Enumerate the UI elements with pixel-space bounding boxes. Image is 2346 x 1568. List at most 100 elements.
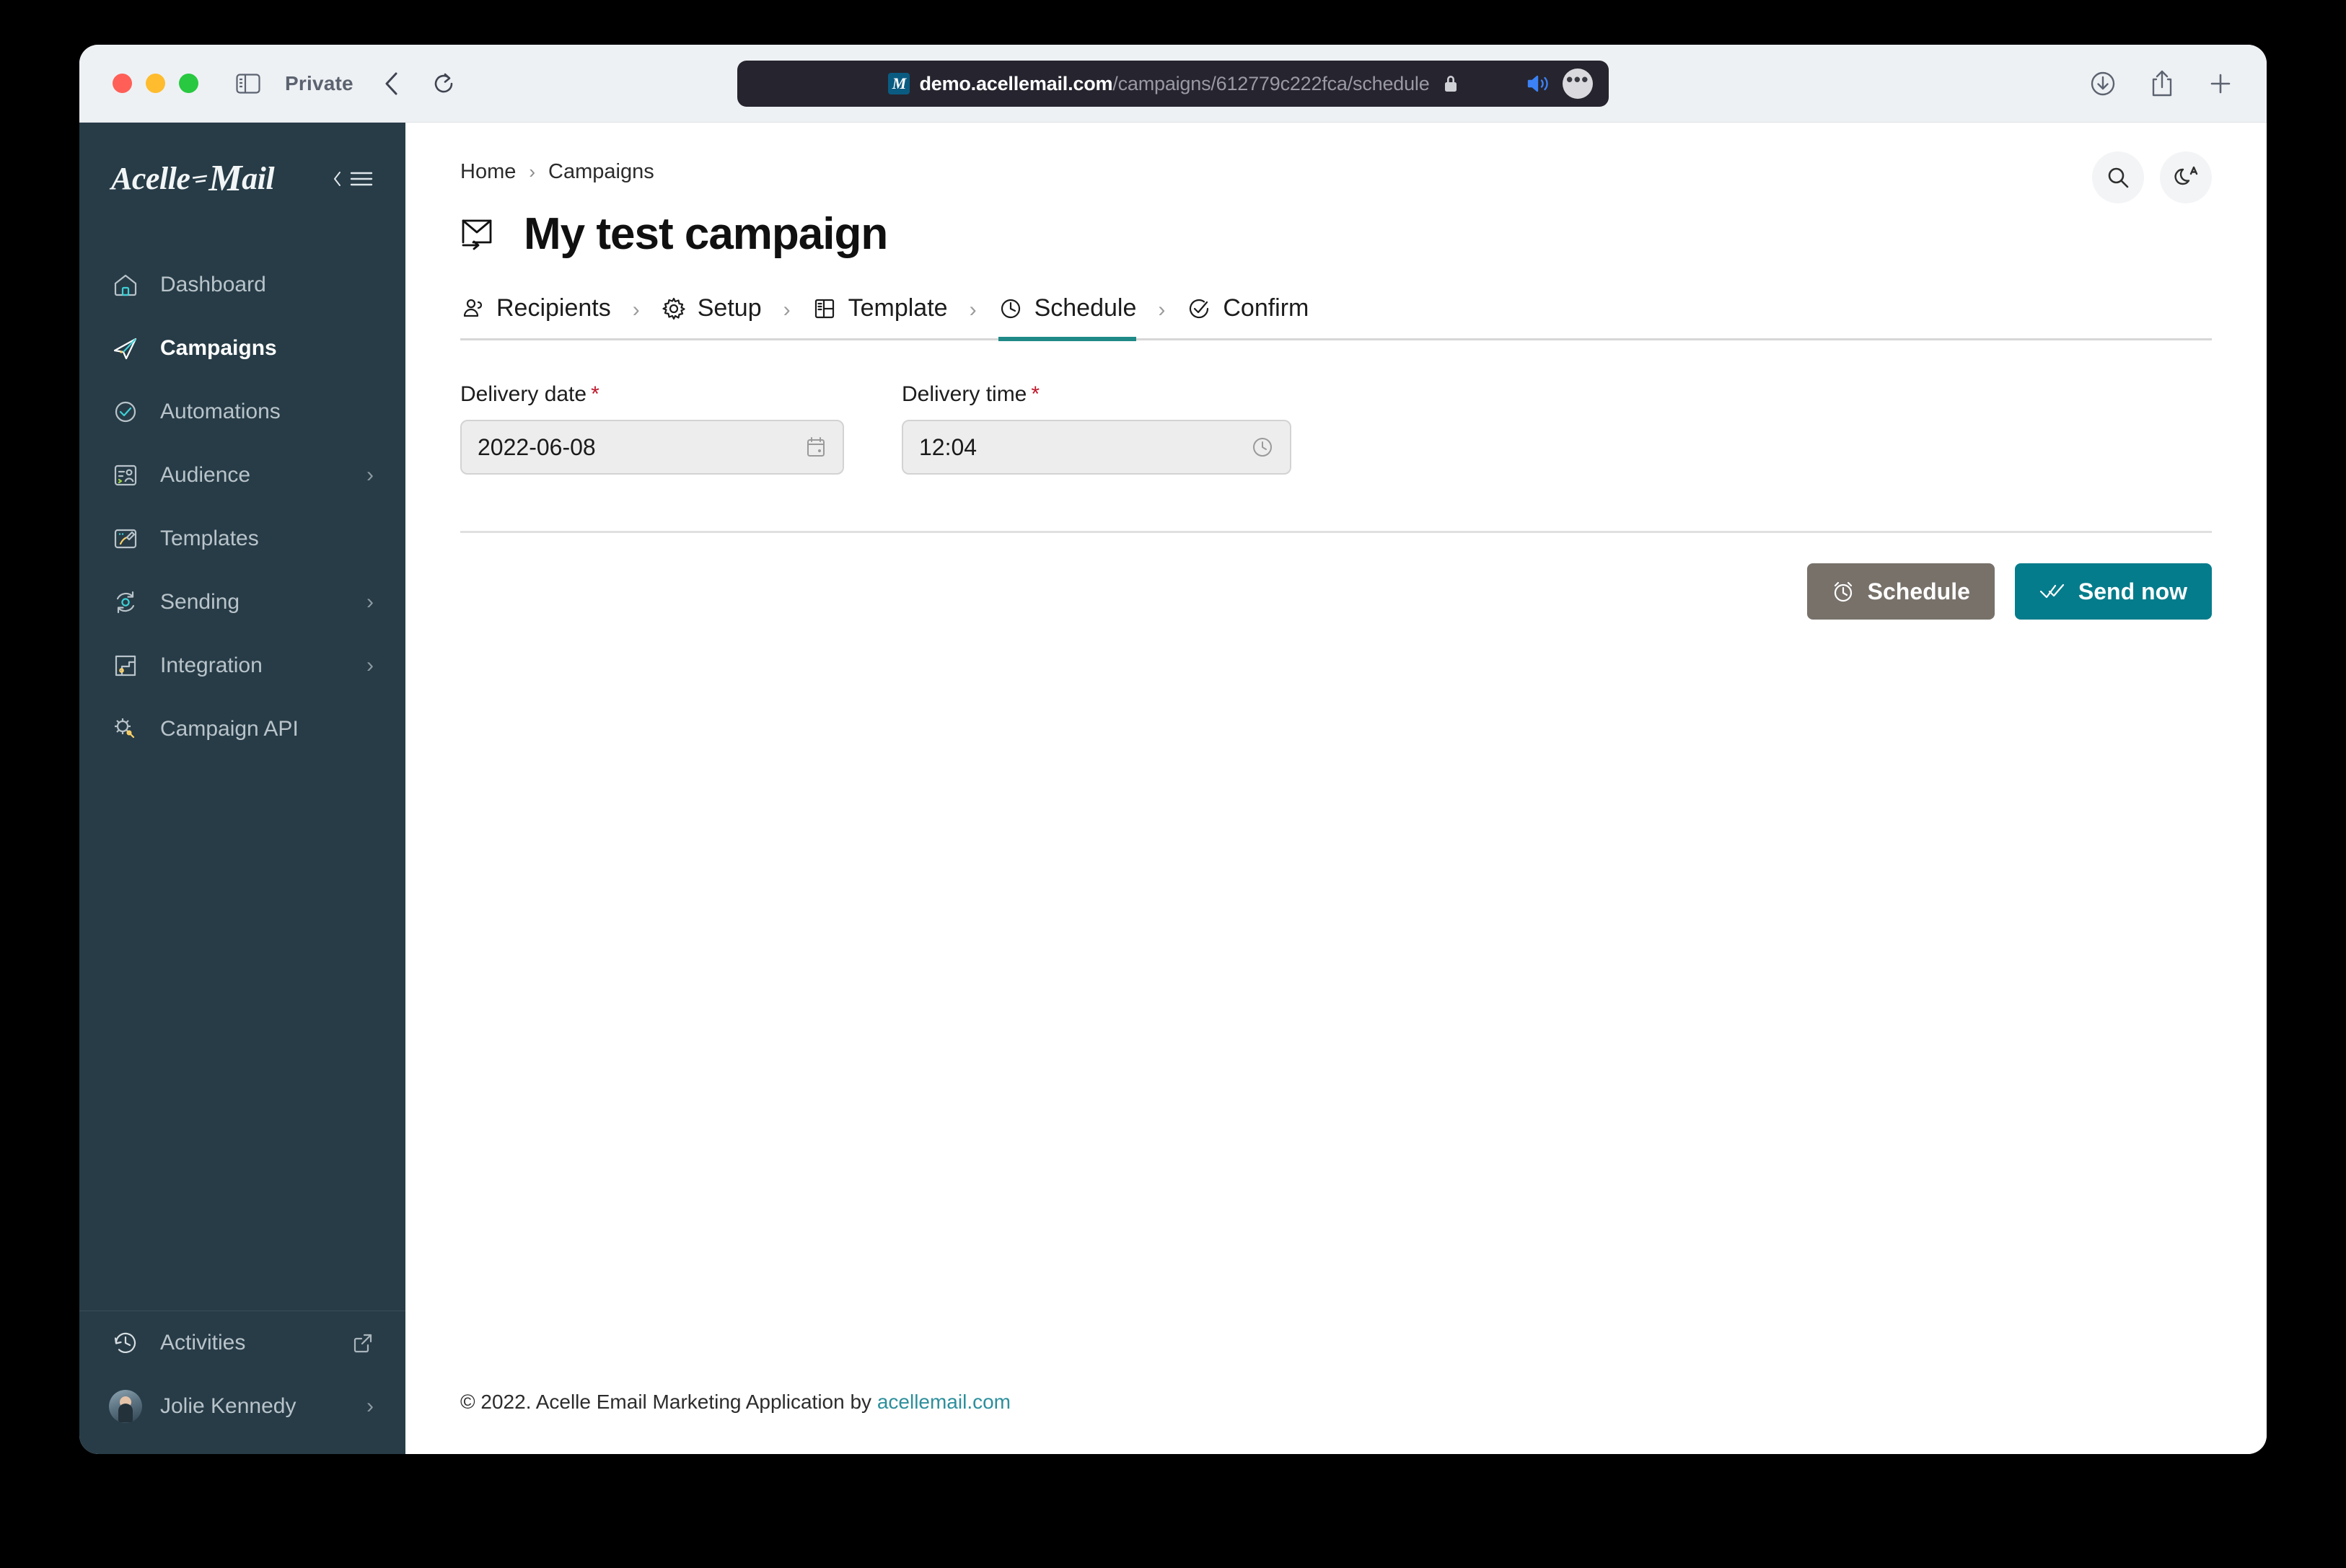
sidebar-item-user-profile[interactable]: Jolie Kennedy › (79, 1375, 405, 1438)
app-logo[interactable]: Acelle M ail (111, 157, 275, 200)
calendar-icon[interactable] (805, 436, 827, 459)
send-now-button-label: Send now (2078, 578, 2187, 604)
step-setup[interactable]: Setup (662, 294, 762, 338)
user-name: Jolie Kennedy (160, 1394, 296, 1418)
sidebar-footer: Activities Jolie Kennedy › (79, 1311, 405, 1454)
schedule-button-label: Schedule (1867, 578, 1970, 604)
sidebar-item-audience[interactable]: Audience › (79, 444, 405, 507)
check-circle-icon (1187, 296, 1211, 321)
hamburger-icon (350, 172, 373, 185)
search-icon[interactable] (2092, 151, 2144, 203)
breadcrumb-separator: › (529, 161, 536, 182)
sidebar-nav: Dashboard Campaigns Automations Audience… (79, 253, 405, 761)
footer-link[interactable]: acellemail.com (877, 1391, 1011, 1413)
gear-icon (662, 296, 686, 321)
browser-window: Private M demo.acellemail.com/campaigns/… (79, 45, 2267, 1454)
new-tab-icon[interactable] (2207, 71, 2233, 97)
sidebar-item-label: Sending (160, 590, 240, 614)
download-icon[interactable] (2089, 70, 2117, 97)
schedule-form: Delivery date * 2022-06-08 Delivery time… (460, 382, 2212, 475)
logo-dash-icon (193, 175, 208, 183)
breadcrumb-item-home[interactable]: Home (460, 160, 516, 184)
reload-icon[interactable] (430, 70, 457, 97)
sidebar-item-label: Dashboard (160, 273, 266, 296)
breadcrumb: Home › Campaigns (460, 160, 2212, 184)
share-icon[interactable] (2150, 69, 2174, 98)
minimize-window-button[interactable] (146, 74, 165, 93)
paper-plane-icon (111, 334, 140, 363)
home-icon (111, 270, 140, 299)
step-template[interactable]: Template (812, 294, 948, 338)
sidebar-item-templates[interactable]: Templates (79, 507, 405, 571)
device-frame: Private M demo.acellemail.com/campaigns/… (0, 0, 2346, 1568)
sidebar-item-label: Activities (160, 1331, 246, 1355)
address-bar[interactable]: M demo.acellemail.com/campaigns/612779c2… (737, 61, 1609, 107)
mail-send-icon (460, 216, 502, 252)
step-recipients[interactable]: Recipients (460, 294, 611, 338)
sidebar-item-label: Campaigns (160, 336, 277, 360)
sidebar-item-integration[interactable]: Integration › (79, 634, 405, 697)
collapse-sidebar-button[interactable] (332, 169, 374, 188)
delivery-date-input[interactable]: 2022-06-08 (460, 420, 844, 475)
section-divider (460, 531, 2212, 533)
sidebar-item-label: Integration (160, 653, 263, 677)
layout-icon (812, 296, 837, 321)
close-window-button[interactable] (113, 74, 132, 93)
delivery-date-label-text: Delivery date (460, 382, 587, 406)
delivery-date-group: Delivery date * 2022-06-08 (460, 382, 844, 475)
clock-icon[interactable] (1251, 436, 1274, 459)
template-icon (111, 524, 140, 553)
page-title: My test campaign (524, 209, 888, 259)
speaker-icon[interactable] (1526, 74, 1551, 94)
double-check-icon (2039, 582, 2065, 601)
sidebar-item-sending[interactable]: Sending › (79, 571, 405, 634)
browser-toolbar: Private M demo.acellemail.com/campaigns/… (79, 45, 2267, 123)
window-controls[interactable] (113, 74, 198, 93)
header-actions (2092, 151, 2212, 203)
footer: © 2022. Acelle Email Marketing Applicati… (405, 1391, 2267, 1454)
site-favicon: M (888, 73, 910, 94)
delivery-time-group: Delivery time * 12:04 (902, 382, 1291, 475)
schedule-button[interactable]: Schedule (1806, 563, 1995, 620)
breadcrumb-item-campaigns[interactable]: Campaigns (548, 160, 654, 184)
delivery-date-label: Delivery date * (460, 382, 844, 407)
sidebar-item-automations[interactable]: Automations (79, 380, 405, 444)
step-schedule[interactable]: Schedule (998, 294, 1137, 341)
sidebar-icon[interactable] (236, 73, 260, 94)
person-icon (460, 296, 485, 321)
form-actions: Schedule Send now (460, 563, 2212, 620)
history-icon (111, 1329, 140, 1357)
url-path: /campaigns/612779c222fca/schedule (1112, 72, 1430, 94)
delivery-time-label-text: Delivery time (902, 382, 1027, 406)
sidebar-item-activities[interactable]: Activities (79, 1311, 405, 1375)
clock-icon (998, 296, 1023, 321)
sending-icon (111, 588, 140, 617)
external-link-icon (352, 1332, 374, 1354)
sidebar-item-campaigns[interactable]: Campaigns (79, 317, 405, 380)
api-icon (111, 715, 140, 744)
sidebar-item-label: Automations (160, 400, 281, 423)
url-host: demo.acellemail.com (919, 72, 1113, 94)
logo-text-pre: Acelle (111, 161, 190, 196)
step-label: Confirm (1223, 294, 1309, 322)
step-label: Schedule (1034, 294, 1137, 322)
sidebar-item-campaign-api[interactable]: Campaign API (79, 697, 405, 761)
delivery-time-label: Delivery time * (902, 382, 1291, 407)
back-chevron-icon[interactable] (378, 70, 405, 97)
delivery-time-input[interactable]: 12:04 (902, 420, 1291, 475)
sidebar-item-dashboard[interactable]: Dashboard (79, 253, 405, 317)
footer-text: © 2022. Acelle Email Marketing Applicati… (460, 1391, 877, 1413)
dark-mode-auto-icon[interactable] (2160, 151, 2212, 203)
step-confirm[interactable]: Confirm (1187, 294, 1309, 338)
delivery-time-value: 12:04 (919, 433, 978, 460)
more-options-icon[interactable]: ••• (1563, 69, 1593, 99)
step-label: Recipients (496, 294, 611, 322)
maximize-window-button[interactable] (179, 74, 198, 93)
sidebar-item-label: Audience (160, 463, 251, 487)
required-marker: * (591, 382, 599, 406)
delivery-date-value: 2022-06-08 (478, 433, 596, 460)
check-circle-icon (111, 397, 140, 426)
send-now-button[interactable]: Send now (2014, 563, 2212, 620)
logo-text-post: ail (242, 161, 275, 196)
step-label: Template (848, 294, 948, 322)
